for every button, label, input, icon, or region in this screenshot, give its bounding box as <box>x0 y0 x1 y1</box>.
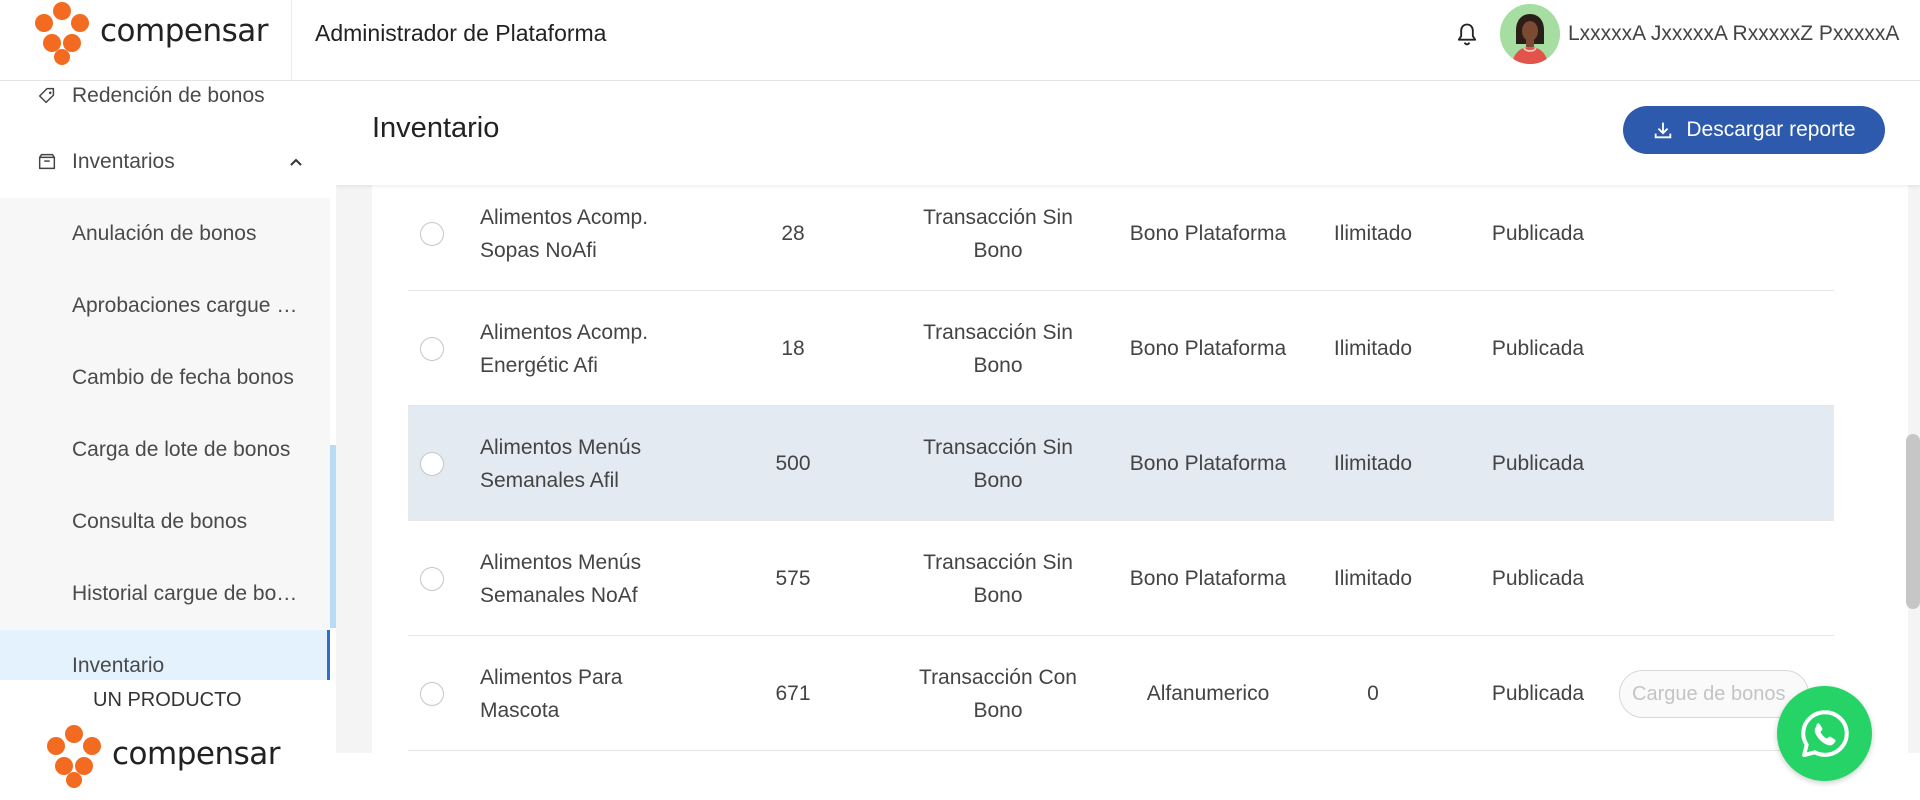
cell-status: Publicada <box>1491 567 1585 590</box>
table-row[interactable]: Alimentos Para Mascota 671 Transacción C… <box>408 636 1834 751</box>
page-header: Inventario Descargar reporte <box>336 81 1920 185</box>
sidebar-item-consulta[interactable]: Consulta de bonos <box>0 486 330 558</box>
whatsapp-icon <box>1800 709 1849 757</box>
cell-quantity: 18 <box>781 337 805 360</box>
chevron-up-icon[interactable] <box>288 154 304 170</box>
logo-text: compensar <box>100 13 269 49</box>
table-row[interactable]: Alimentos Menús Semanales NoAf 575 Trans… <box>408 521 1834 636</box>
cell-type: Transacción Con Bono <box>919 665 1077 722</box>
cell-quantity: 28 <box>781 222 805 245</box>
tag-icon <box>38 87 55 104</box>
sidebar-footer: UN PRODUCTO compensar <box>0 680 336 800</box>
cell-status: Publicada <box>1491 452 1585 475</box>
sidebar-submenu: Anulación de bonos Aprobaciones cargue d… <box>0 198 330 680</box>
row-radio[interactable] <box>420 567 444 591</box>
cell-bono: Alfanumerico <box>1146 682 1270 705</box>
inventory-card: Alimentos Acomp. Sopas NoAfi 28 Transacc… <box>372 176 1908 753</box>
row-radio[interactable] <box>420 682 444 706</box>
cell-quantity: 671 <box>775 682 811 705</box>
cell-name: Alimentos Acomp. Sopas NoAfi <box>480 205 649 262</box>
sidebar-item-inventarios[interactable]: Inventarios <box>0 126 330 198</box>
box-icon <box>38 153 56 170</box>
sidebar-item-label: Redención de bonos <box>72 84 265 107</box>
cell-name: Alimentos Acomp. Energétic Afi <box>480 320 649 377</box>
main-content: Inventario Descargar reporte Alimentos A… <box>336 81 1920 753</box>
user-name[interactable]: LxxxxxA JxxxxxA RxxxxxZ PxxxxxA <box>1568 22 1899 46</box>
sidebar-item-carga-lote[interactable]: Carga de lote de bonos <box>0 414 330 486</box>
table-row[interactable]: Alimentos Menús Semanales Afil 500 Trans… <box>408 406 1834 521</box>
cell-status: Publicada <box>1491 682 1585 705</box>
cell-quantity: 500 <box>775 452 811 475</box>
sidebar-item-historial[interactable]: Historial cargue de bonos <box>0 558 330 630</box>
cell-type: Transacción Sin Bono <box>923 205 1073 262</box>
cell-limit: Ilimitado <box>1333 222 1413 245</box>
whatsapp-button[interactable] <box>1777 686 1872 781</box>
cell-name: Alimentos Menús Semanales NoAf <box>480 550 642 607</box>
compensar-logo[interactable]: compensar <box>30 0 269 66</box>
logo-text: compensar <box>112 736 281 772</box>
compensar-logo-mark <box>35 2 89 65</box>
sidebar-item-label: Cambio de fecha bonos <box>72 366 294 389</box>
cargue-bonos-button[interactable]: Cargue de bonos <box>1619 670 1809 718</box>
row-radio[interactable] <box>420 337 444 361</box>
cell-status: Publicada <box>1491 222 1585 245</box>
sidebar-item-label: Carga de lote de bonos <box>72 438 291 461</box>
footer-logo: compensar <box>42 724 281 788</box>
download-report-label: Descargar reporte <box>1686 118 1856 141</box>
sidebar-item-label: Historial cargue de bonos <box>72 582 304 605</box>
user-avatar-icon <box>1500 4 1560 64</box>
sidebar-item-inventario[interactable]: Inventario <box>0 630 330 680</box>
cell-type: Transacción Sin Bono <box>923 435 1073 492</box>
header-divider <box>291 0 292 80</box>
cell-name: Alimentos Para Mascota <box>480 665 623 722</box>
sidebar: Redención de bonos Inventarios Anulación… <box>0 81 336 680</box>
download-report-button[interactable]: Descargar reporte <box>1623 106 1885 154</box>
cell-status: Publicada <box>1491 337 1585 360</box>
table-row[interactable]: Alimentos Acomp. Sopas NoAfi 28 Transacc… <box>408 176 1834 291</box>
avatar[interactable] <box>1500 4 1560 64</box>
app-title: Administrador de Plataforma <box>315 20 607 46</box>
sidebar-item-redencion[interactable]: Redención de bonos <box>0 81 330 132</box>
table-row[interactable]: Alimentos Acomp. Energétic Afi 18 Transa… <box>408 291 1834 406</box>
bell-icon[interactable] <box>1453 21 1481 49</box>
sidebar-item-label: Inventario <box>72 654 165 677</box>
main-scrollbar[interactable] <box>1906 434 1920 609</box>
cell-bono: Bono Plataforma <box>1129 337 1287 360</box>
cell-bono: Bono Plataforma <box>1129 452 1287 475</box>
row-radio[interactable] <box>420 452 444 476</box>
sidebar-item-anulacion[interactable]: Anulación de bonos <box>0 198 330 270</box>
cell-bono: Bono Plataforma <box>1129 567 1287 590</box>
page-title: Inventario <box>372 112 500 144</box>
compensar-logo-mark <box>47 725 101 788</box>
cell-type: Transacción Sin Bono <box>923 320 1073 377</box>
row-radio[interactable] <box>420 222 444 246</box>
sidebar-item-label: Anulación de bonos <box>72 222 257 245</box>
sidebar-item-aprobaciones[interactable]: Aprobaciones cargue de bonos <box>0 270 330 342</box>
sidebar-item-label: Inventarios <box>72 150 175 173</box>
sidebar-item-label: Aprobaciones cargue de bonos <box>72 294 302 317</box>
cell-limit: Ilimitado <box>1333 452 1413 475</box>
sidebar-item-label: Consulta de bonos <box>72 510 248 533</box>
sidebar-item-cambio-fecha[interactable]: Cambio de fecha bonos <box>0 342 330 414</box>
cell-bono: Bono Plataforma <box>1129 222 1287 245</box>
top-header: compensar Administrador de Plataforma Lx… <box>0 0 1920 81</box>
cell-limit: Ilimitado <box>1333 337 1413 360</box>
cell-limit: 0 <box>1367 682 1379 705</box>
download-icon <box>1655 122 1672 139</box>
footer-text: UN PRODUCTO <box>93 689 242 711</box>
cell-name: Alimentos Menús Semanales Afil <box>480 435 642 492</box>
cell-type: Transacción Sin Bono <box>923 550 1073 607</box>
cell-limit: Ilimitado <box>1333 567 1413 590</box>
cell-quantity: 575 <box>775 567 811 590</box>
